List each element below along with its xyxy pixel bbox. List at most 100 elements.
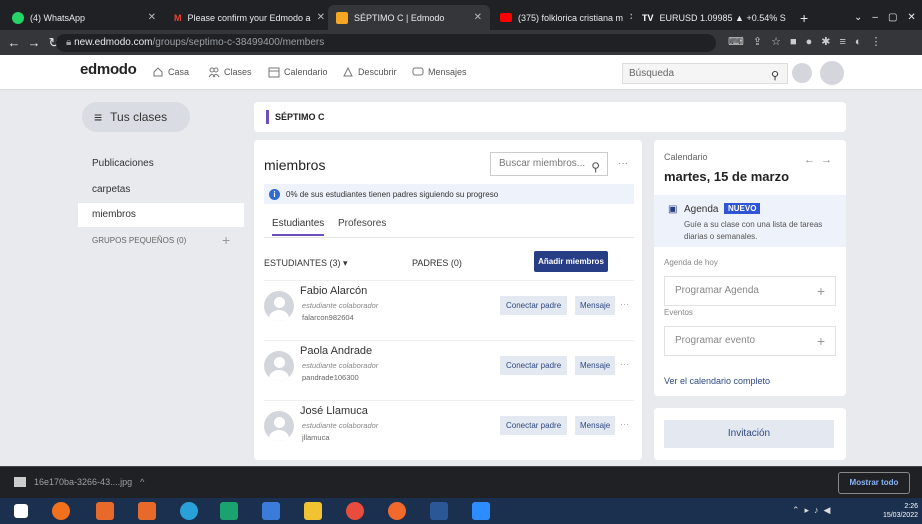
connect-parent-button[interactable]: Conectar padre — [500, 296, 568, 315]
calendar-nav-arrows[interactable]: ←→ — [804, 154, 838, 166]
nav-calendario[interactable]: Calendario — [268, 66, 328, 78]
search-icon[interactable]: ⚲ — [591, 156, 600, 178]
your-classes-button[interactable]: ≡ Tus clases — [82, 102, 190, 132]
downloads-bar: 16e170ba-3266-43....jpg ^ Mostrar todo — [0, 466, 922, 498]
parents-filter[interactable]: PADRES (0) — [412, 258, 462, 268]
tab-whatsapp[interactable]: (4) WhatsApp ✕ — [4, 5, 164, 30]
avatar[interactable] — [264, 351, 294, 381]
nav-clases[interactable]: Clases — [208, 66, 252, 78]
nav-casa[interactable]: Casa — [152, 66, 189, 78]
avatar[interactable] — [264, 411, 294, 441]
table-row: Fabio Alarcón estudiante colaborador fal… — [264, 280, 634, 336]
more-options-icon[interactable]: ··· — [620, 359, 629, 369]
file-icon — [14, 477, 26, 487]
avatar[interactable] — [264, 291, 294, 321]
invite-button[interactable]: Invitación — [664, 420, 834, 448]
message-button[interactable]: Mensaje — [575, 356, 616, 375]
lock-icon: 🔒︎ — [66, 37, 72, 48]
back-icon[interactable]: ← — [4, 35, 24, 50]
menu-icon: ≡ — [94, 109, 103, 125]
more-options-icon[interactable]: ··· — [618, 158, 628, 169]
close-window-icon[interactable]: ✕ — [907, 12, 915, 23]
avatar[interactable] — [820, 61, 844, 85]
store-icon[interactable] — [220, 502, 238, 520]
ie-icon[interactable] — [262, 502, 280, 520]
clock[interactable]: 2:26 15/03/2022 — [883, 502, 918, 520]
tab-tradingview[interactable]: TV EURUSD 1.09985 ▲ +0.54% S ✕ — [634, 5, 788, 30]
search-input[interactable]: Búsqueda ⚲ — [622, 63, 788, 84]
program-agenda-button[interactable]: Programar Agenda + — [664, 276, 836, 306]
edmodo-header: edmodo Casa Clases Calendario Descubrir … — [0, 55, 922, 90]
home-icon — [153, 67, 163, 77]
firefox-icon[interactable] — [52, 502, 70, 520]
more-options-icon[interactable]: ··· — [620, 419, 629, 429]
search-icon[interactable]: ⚲ — [771, 67, 779, 86]
forward-icon[interactable]: → — [24, 35, 44, 50]
app-icon[interactable] — [388, 502, 406, 520]
nav-mensajes[interactable]: Mensajes — [412, 66, 467, 78]
chrome-icon[interactable] — [346, 502, 364, 520]
chevron-left-icon[interactable]: ← — [804, 154, 821, 166]
file-explorer-icon[interactable] — [304, 502, 322, 520]
new-badge: NUEVO — [724, 203, 761, 214]
more-options-icon[interactable]: ··· — [620, 299, 629, 309]
gmail-icon: M — [174, 12, 182, 23]
parents-banner: i 0% de sus estudiantes tienen padres si… — [264, 184, 634, 204]
close-tab-icon[interactable]: ✕ — [317, 12, 325, 23]
new-tab-button[interactable]: + — [792, 5, 816, 30]
sidebar-item-publicaciones[interactable]: Publicaciones — [78, 152, 244, 176]
small-groups-label: GRUPOS PEQUEÑOS (0) — [92, 236, 187, 245]
show-all-button[interactable]: Mostrar todo — [838, 472, 910, 494]
connect-parent-button[interactable]: Conectar padre — [500, 416, 568, 435]
zoom-icon[interactable] — [472, 502, 490, 520]
message-button[interactable]: Mensaje — [575, 296, 616, 315]
address-bar[interactable]: 🔒︎ new.edmodo.com/groups/septimo-c-38499… — [56, 34, 716, 52]
member-name[interactable]: Paola Andrade — [300, 345, 372, 357]
member-name[interactable]: Fabio Alarcón — [300, 285, 367, 297]
connect-parent-button[interactable]: Conectar padre — [500, 356, 568, 375]
agenda-description: Guíe a su clase con una lista de tareas … — [684, 220, 823, 241]
minimize-icon[interactable]: – — [872, 12, 878, 23]
edge-icon[interactable] — [180, 502, 198, 520]
close-tab-icon[interactable]: ✕ — [474, 12, 482, 23]
maximize-icon[interactable]: ▢ — [888, 12, 897, 23]
extension-icons[interactable]: ⌨⇪☆■●✱≡◐⋮ — [728, 35, 891, 48]
agenda-promo[interactable]: ▣ Agenda NUEVO Guíe a su clase con una l… — [654, 195, 846, 247]
member-search-input[interactable]: Buscar miembros... ⚲ — [490, 152, 608, 176]
word-icon[interactable] — [430, 502, 448, 520]
sidebar-item-carpetas[interactable]: carpetas — [78, 178, 244, 202]
add-group-icon[interactable]: + — [222, 232, 230, 248]
chevron-right-icon[interactable]: → — [821, 154, 838, 166]
tab-divider — [264, 237, 634, 238]
tab-profesores[interactable]: Profesores — [338, 218, 386, 229]
tab-estudiantes[interactable]: Estudiantes — [272, 218, 325, 236]
edmodo-logo[interactable]: edmodo — [80, 61, 137, 78]
notifications-icon[interactable] — [792, 63, 812, 83]
download-item[interactable]: 16e170ba-3266-43....jpg ^ — [14, 477, 144, 487]
program-event-button[interactable]: Programar evento + — [664, 326, 836, 356]
class-title: SÉPTIMO C — [254, 102, 846, 132]
close-tab-icon[interactable]: ✕ — [629, 12, 632, 23]
sidebar-item-miembros[interactable]: miembros — [78, 203, 244, 227]
view-full-calendar-link[interactable]: Ver el calendario completo — [664, 376, 770, 386]
app-icon[interactable] — [138, 502, 156, 520]
message-button[interactable]: Mensaje — [575, 416, 616, 435]
system-tray[interactable]: ⌃▸♪◀ — [792, 505, 835, 516]
calendar-date: martes, 15 de marzo — [664, 169, 790, 184]
tab-search-icon[interactable]: ⌄ — [854, 12, 862, 23]
events-label: Eventos — [664, 308, 693, 317]
windows-start-icon[interactable] — [14, 504, 28, 518]
tab-edmodo[interactable]: SÉPTIMO C | Edmodo ✕ — [328, 5, 490, 30]
nav-descubrir[interactable]: Descubrir — [342, 66, 397, 78]
browser-tab-bar: (4) WhatsApp ✕ M Please confirm your Edm… — [0, 0, 922, 30]
tab-gmail[interactable]: M Please confirm your Edmodo a ✕ — [166, 5, 326, 30]
chevron-up-icon[interactable]: ^ — [140, 477, 144, 487]
app-icon[interactable] — [96, 502, 114, 520]
students-filter[interactable]: ESTUDIANTES (3) ▾ — [264, 258, 348, 269]
window-controls[interactable]: ⌄ – ▢ ✕ — [846, 5, 922, 30]
classes-icon — [208, 67, 220, 78]
tab-youtube[interactable]: (375) folklorica cristiana m ✕ — [492, 5, 632, 30]
member-name[interactable]: José Llamuca — [300, 405, 368, 417]
close-tab-icon[interactable]: ✕ — [148, 12, 156, 23]
add-members-button[interactable]: Añadir miembros — [534, 251, 608, 272]
